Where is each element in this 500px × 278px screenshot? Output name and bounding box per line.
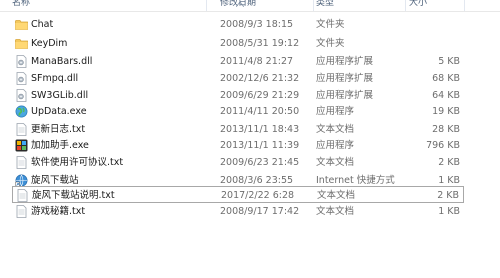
text-file-icon — [15, 123, 28, 136]
file-modified-date: 2017/2/22 6:28 — [221, 190, 295, 201]
text-file-icon — [16, 189, 29, 202]
file-modified-date: 2009/6/29 21:29 — [220, 90, 300, 101]
dll-icon — [15, 55, 28, 68]
file-explorer-window: 名称 修改日期 类型 大小 Chat 2008/9/3 18:15 文件夹 KeyDi… — [0, 0, 500, 278]
file-type: 文本文档 — [316, 206, 355, 217]
column-header-bar: 名称 修改日期 类型 大小 — [0, 0, 500, 12]
column-divider[interactable] — [464, 0, 465, 11]
file-size: 2 KB — [437, 190, 459, 201]
file-size: 19 KB — [432, 106, 460, 117]
file-size: 796 KB — [426, 140, 460, 151]
app-exe-icon — [15, 139, 28, 152]
file-row[interactable]: ManaBars.dll 2011/4/8 21:27 应用程序扩展 5 KB — [12, 53, 464, 70]
file-name: UpData.exe — [31, 106, 87, 117]
file-name: 软件使用许可协议.txt — [31, 157, 124, 168]
file-row[interactable]: 加加助手.exe 2013/11/1 11:39 应用程序 796 KB — [12, 137, 464, 154]
file-type: 应用程序扩展 — [316, 90, 374, 101]
folder-icon — [15, 37, 28, 50]
file-row[interactable]: 旋风下载站说明.txt 2017/2/22 6:28 文本文档 2 KB — [12, 186, 464, 203]
file-size: 68 KB — [432, 73, 460, 84]
file-name: 旋风下载站说明.txt — [32, 190, 115, 201]
file-name: SFmpq.dll — [31, 73, 79, 84]
column-divider[interactable] — [313, 0, 314, 11]
file-type: 文本文档 — [316, 157, 355, 168]
file-modified-date: 2013/11/1 11:39 — [220, 140, 300, 151]
file-type: 文本文档 — [317, 190, 356, 201]
file-modified-date: 2008/5/31 19:12 — [220, 38, 300, 49]
file-row[interactable]: 软件使用许可协议.txt 2009/6/23 21:45 文本文档 2 KB — [12, 154, 464, 171]
file-size: 64 KB — [432, 90, 460, 101]
file-row[interactable]: SFmpq.dll 2002/12/6 21:32 应用程序扩展 68 KB — [12, 70, 464, 87]
file-size: 28 KB — [432, 124, 460, 135]
file-type: 文件夹 — [316, 19, 345, 30]
dll-icon — [15, 89, 28, 102]
file-modified-date: 2011/4/8 21:27 — [220, 56, 294, 67]
dll-icon — [15, 72, 28, 85]
file-row[interactable]: Chat 2008/9/3 18:15 文件夹 — [12, 16, 464, 33]
file-type: 应用程序 — [316, 106, 355, 117]
column-divider[interactable] — [405, 0, 406, 11]
column-header-date[interactable]: 修改日期 — [220, 0, 256, 9]
column-divider[interactable] — [206, 0, 207, 11]
file-row[interactable]: SW3GLib.dll 2009/6/29 21:29 应用程序扩展 64 KB — [12, 87, 464, 104]
file-name: ManaBars.dll — [31, 56, 93, 67]
text-file-icon — [15, 205, 28, 218]
file-size: 5 KB — [438, 56, 460, 67]
column-header-type[interactable]: 类型 — [316, 0, 334, 9]
file-modified-date: 2008/9/3 18:15 — [220, 19, 294, 30]
file-name: 游戏秘籍.txt — [31, 206, 86, 217]
file-name: Chat — [31, 19, 54, 30]
file-size: 1 KB — [438, 206, 460, 217]
column-header-size[interactable]: 大小 — [409, 0, 427, 9]
file-type: 应用程序 — [316, 140, 355, 151]
file-row[interactable]: KeyDim 2008/5/31 19:12 文件夹 — [12, 35, 464, 52]
file-type: 应用程序扩展 — [316, 73, 374, 84]
file-modified-date: 2011/4/11 20:50 — [220, 106, 300, 117]
file-type: 文件夹 — [316, 38, 345, 49]
file-modified-date: 2002/12/6 21:32 — [220, 73, 300, 84]
file-name: 加加助手.exe — [31, 140, 89, 151]
column-header-name[interactable]: 名称 — [12, 0, 30, 9]
file-type: 文本文档 — [316, 124, 355, 135]
file-row[interactable]: 游戏秘籍.txt 2008/9/17 17:42 文本文档 1 KB — [12, 203, 464, 220]
file-type: 应用程序扩展 — [316, 56, 374, 67]
file-name: KeyDim — [31, 38, 68, 49]
text-file-icon — [15, 156, 28, 169]
file-modified-date: 2013/11/1 18:43 — [220, 124, 300, 135]
file-modified-date: 2008/9/17 17:42 — [220, 206, 300, 217]
file-name: SW3GLib.dll — [31, 90, 89, 101]
file-size: 2 KB — [438, 157, 460, 168]
globe-exe-icon — [15, 105, 28, 118]
file-row[interactable]: 更新日志.txt 2013/11/1 18:43 文本文档 28 KB — [12, 121, 464, 138]
file-row[interactable]: UpData.exe 2011/4/11 20:50 应用程序 19 KB — [12, 103, 464, 120]
file-modified-date: 2009/6/23 21:45 — [220, 157, 300, 168]
folder-icon — [15, 18, 28, 31]
file-name: 更新日志.txt — [31, 124, 86, 135]
